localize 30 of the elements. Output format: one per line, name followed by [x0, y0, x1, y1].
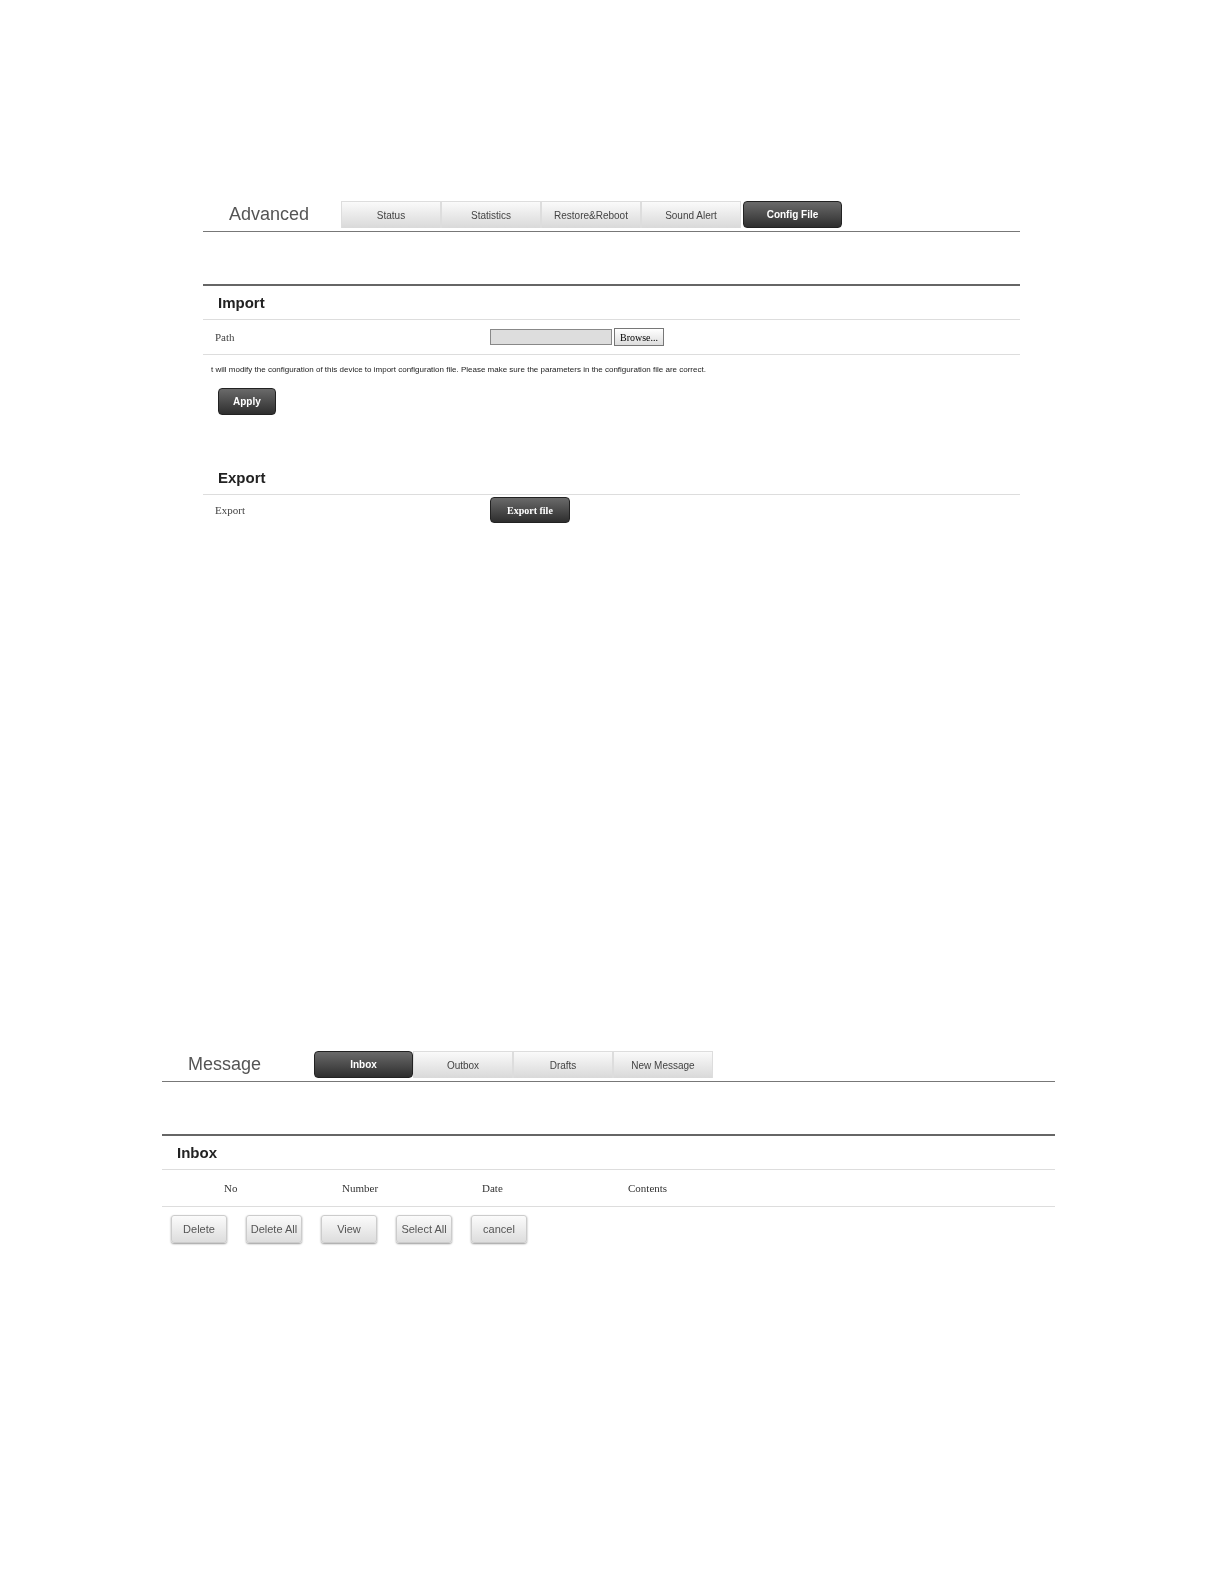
column-header: Contents	[628, 1182, 669, 1194]
path-field[interactable]	[490, 329, 612, 345]
tab[interactable]: Sound Alert	[641, 201, 741, 228]
section-heading: Export	[203, 461, 1020, 495]
browse-button[interactable]: Browse...	[614, 328, 665, 346]
apply-button[interactable]: Apply	[218, 388, 276, 415]
tab[interactable]: Restore&Reboot	[541, 201, 641, 228]
column-header: Number	[342, 1182, 380, 1194]
tab[interactable]: Statistics	[441, 201, 541, 228]
field-label: Export	[214, 504, 246, 516]
tab[interactable]: New Message	[613, 1051, 713, 1078]
action-button[interactable]: Delete All	[246, 1215, 302, 1243]
action-button[interactable]: Select All	[396, 1215, 452, 1243]
page-title: Message	[187, 1054, 263, 1076]
tab[interactable]: Status	[341, 201, 441, 228]
field-label: Path	[214, 331, 236, 343]
section-heading: Inbox	[162, 1136, 1055, 1170]
action-button[interactable]: cancel	[471, 1215, 527, 1243]
tab[interactable]: Config File	[743, 201, 842, 228]
action-button[interactable]: View	[321, 1215, 377, 1243]
warning-text: t will modify the configuration of this device to import configuration file. Please make sure the parameters in the configuration file are correct.	[211, 365, 707, 374]
section-heading: Import	[203, 286, 1020, 320]
page-title: Advanced	[228, 204, 311, 226]
tab[interactable]: Inbox	[314, 1051, 413, 1078]
column-header: No	[224, 1182, 239, 1194]
action-button[interactable]: Delete	[171, 1215, 227, 1243]
column-header: Date	[482, 1182, 504, 1194]
export-button[interactable]: Export file	[490, 497, 570, 523]
tab[interactable]: Outbox	[413, 1051, 513, 1078]
tab[interactable]: Drafts	[513, 1051, 613, 1078]
